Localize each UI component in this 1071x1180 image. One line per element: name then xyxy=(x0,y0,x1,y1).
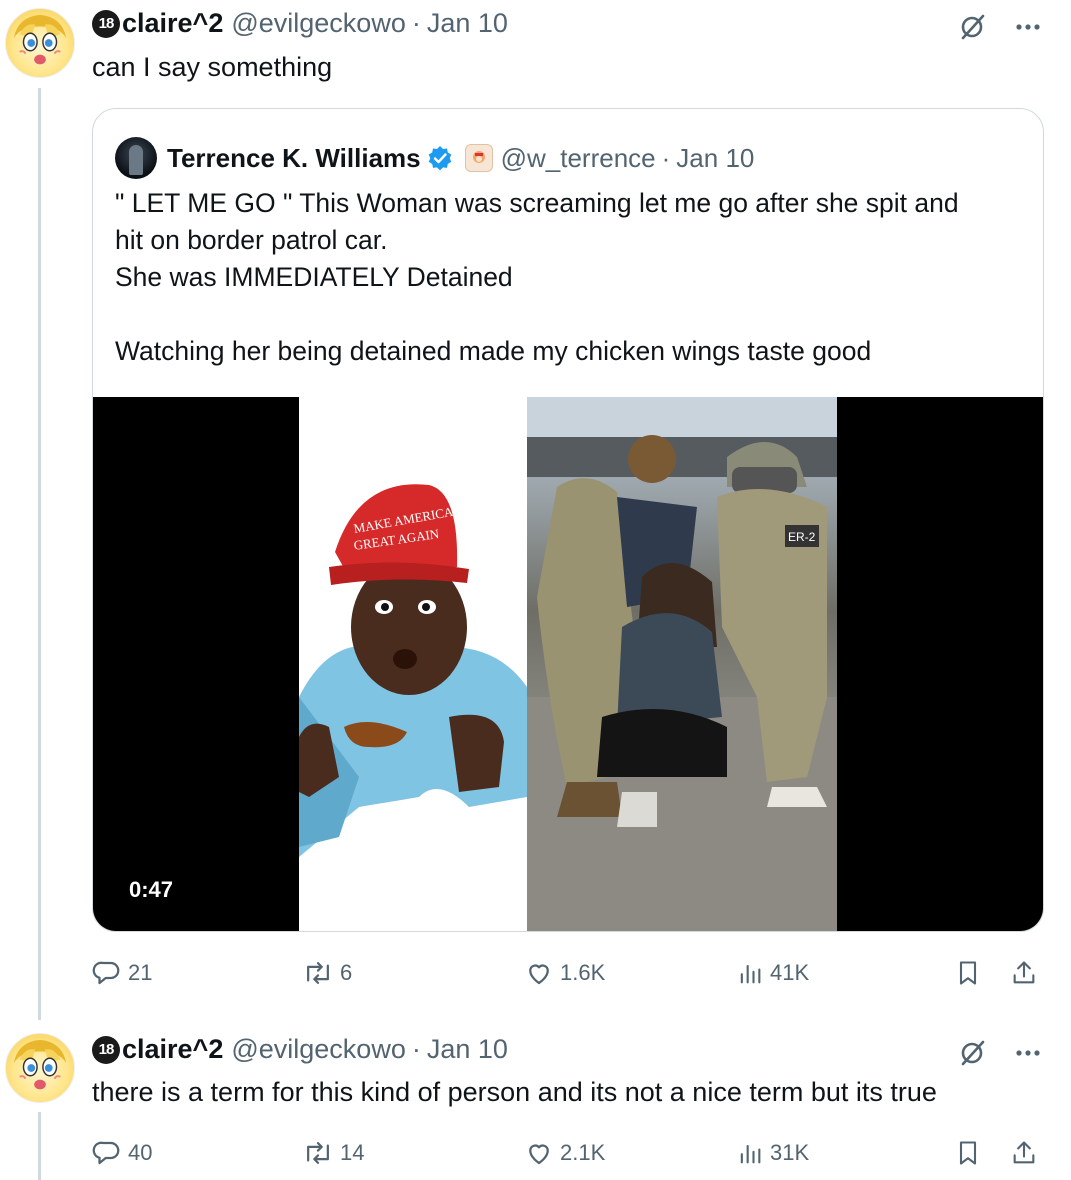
more-icon[interactable] xyxy=(1015,23,1041,31)
quoted-text-line: She was IMMEDIATELY Detained xyxy=(115,262,513,292)
quoted-author-handle[interactable]: @w_terrence xyxy=(501,143,656,174)
reply-button[interactable]: 40 xyxy=(92,1138,152,1168)
avatar[interactable] xyxy=(5,8,75,78)
repost-count: 6 xyxy=(340,960,353,985)
views-count: 31K xyxy=(770,1140,810,1165)
quoted-text-line: Watching her being detained made my chic… xyxy=(115,336,872,366)
video-left-panel: MAKE AMERICA GREAT AGAIN xyxy=(299,397,527,931)
bookmark-icon xyxy=(954,1138,982,1168)
reply-icon xyxy=(92,1138,122,1168)
author-handle[interactable]: @evilgeckowo xyxy=(231,1034,406,1065)
views-count: 41K xyxy=(770,960,810,985)
thread-line-bottom xyxy=(38,1112,41,1180)
quoted-tweet-card[interactable]: Terrence K. Williams @w_terrence · Jan 1… xyxy=(92,108,1044,932)
quoted-author-name[interactable]: Terrence K. Williams xyxy=(167,143,421,174)
thread-line-top xyxy=(38,88,41,1020)
reply-count: 40 xyxy=(128,1140,153,1165)
separator-dot: · xyxy=(411,1034,421,1064)
quoted-text-line: hit on border patrol car. xyxy=(115,225,388,255)
repost-button[interactable]: 14 xyxy=(302,1138,364,1168)
tweet-text: can I say something xyxy=(92,52,333,82)
author-name[interactable]: claire^2 xyxy=(122,8,223,39)
separator-dot: · xyxy=(411,8,421,38)
separator-dot: · xyxy=(661,142,671,173)
quoted-avatar[interactable] xyxy=(115,137,157,179)
author-handle[interactable]: @evilgeckowo xyxy=(231,8,406,39)
tweet-top-actions xyxy=(957,12,1041,42)
reply-count: 21 xyxy=(128,960,153,985)
reply-button[interactable]: 21 xyxy=(92,958,152,988)
views-button[interactable]: 41K xyxy=(736,958,809,988)
bookmark-button[interactable] xyxy=(954,1138,982,1168)
tweet-text: there is a term for this kind of person … xyxy=(92,1077,937,1107)
bookmark-button[interactable] xyxy=(954,958,982,988)
tweet-date[interactable]: Jan 10 xyxy=(427,1034,508,1065)
video-right-panel: ER-2 xyxy=(527,397,837,931)
tweet-actions: 21 6 1.6K 41K xyxy=(92,955,1045,991)
verified-badge-icon xyxy=(427,145,453,171)
age-badge: 18 xyxy=(92,1035,120,1064)
tweet-header: 18 claire^2 @evilgeckowo · Jan 10 xyxy=(92,8,508,39)
heart-icon xyxy=(524,1138,554,1168)
video-player[interactable]: MAKE AMERICA GREAT AGAIN ER-2 0:47 xyxy=(93,397,1043,931)
repost-icon xyxy=(302,1138,334,1168)
quoted-text-line xyxy=(115,296,1015,333)
bookmark-icon xyxy=(954,958,982,988)
share-icon xyxy=(1010,958,1038,988)
video-duration: 0:47 xyxy=(129,877,174,902)
quoted-tweet-header: Terrence K. Williams @w_terrence · Jan 1… xyxy=(115,137,754,179)
tweet-actions: 40 14 2.1K 31K xyxy=(92,1135,1045,1171)
vest-patch: ER-2 xyxy=(788,530,816,544)
affiliation-icon[interactable] xyxy=(464,144,493,172)
quoted-tweet-text: " LET ME GO " This Woman was screaming l… xyxy=(115,185,1015,370)
share-icon xyxy=(1010,1138,1038,1168)
tweet-date[interactable]: Jan 10 xyxy=(427,8,508,39)
grok-icon[interactable] xyxy=(957,12,987,42)
quoted-text-line: " LET ME GO " This Woman was screaming l… xyxy=(115,188,959,218)
tweet-header: 18 claire^2 @evilgeckowo · Jan 10 xyxy=(92,1034,508,1065)
repost-count: 14 xyxy=(340,1140,365,1165)
reply-icon xyxy=(92,958,122,988)
like-button[interactable]: 1.6K xyxy=(524,958,605,988)
quoted-tweet-date[interactable]: Jan 10 xyxy=(676,143,754,174)
share-button[interactable] xyxy=(1010,958,1038,988)
grok-icon[interactable] xyxy=(957,1038,987,1068)
views-button[interactable]: 31K xyxy=(736,1138,809,1168)
views-icon xyxy=(736,958,764,988)
like-count: 1.6K xyxy=(560,960,606,985)
repost-button[interactable]: 6 xyxy=(302,958,352,988)
heart-icon xyxy=(524,958,554,988)
avatar[interactable] xyxy=(5,1033,75,1103)
more-icon[interactable] xyxy=(1015,1049,1041,1057)
age-badge: 18 xyxy=(92,9,120,38)
author-name[interactable]: claire^2 xyxy=(122,1034,223,1065)
like-count: 2.1K xyxy=(560,1140,606,1165)
views-icon xyxy=(736,1138,764,1168)
repost-icon xyxy=(302,958,334,988)
like-button[interactable]: 2.1K xyxy=(524,1138,605,1168)
share-button[interactable] xyxy=(1010,1138,1038,1168)
tweet-top-actions xyxy=(957,1038,1041,1068)
